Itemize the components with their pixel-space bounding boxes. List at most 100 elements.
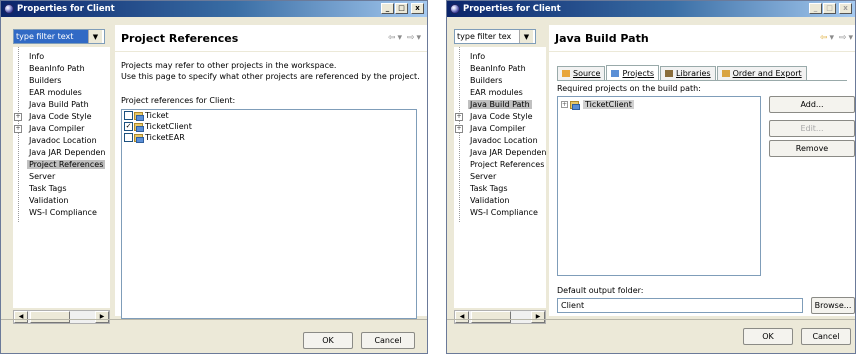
tree-item-label: Javadoc Location [29, 136, 97, 145]
tree-item-java-compiler[interactable]: + Java Compiler [13, 123, 110, 135]
window-title: Properties for Client [463, 4, 561, 14]
expand-icon[interactable]: + [455, 125, 463, 133]
chevron-down-icon[interactable]: ▾ [416, 33, 421, 43]
edit-button[interactable]: Edit... [769, 120, 855, 137]
maximize-button[interactable]: □ [395, 3, 408, 14]
tree-item-validation[interactable]: Validation [454, 195, 546, 207]
tree-item-ws-i-compliance[interactable]: WS-I Compliance [13, 207, 110, 219]
tree-item-validation[interactable]: Validation [13, 195, 110, 207]
chevron-down-icon[interactable]: ▾ [848, 33, 853, 43]
minimize-button[interactable]: _ [381, 3, 394, 14]
expand-icon[interactable]: + [455, 113, 463, 121]
browse-button[interactable]: Browse... [811, 297, 855, 314]
tree-item-builders[interactable]: Builders [454, 75, 546, 87]
minimize-button[interactable]: _ [809, 3, 822, 14]
close-button[interactable]: x [839, 3, 852, 14]
tree-item-beaninfo-path[interactable]: BeanInfo Path [13, 63, 110, 75]
tree-item-java-build-path[interactable]: Java Build Path [454, 99, 546, 111]
project-reference-item[interactable]: ✓ TicketClient [122, 121, 416, 132]
tree-item-server[interactable]: Server [13, 171, 110, 183]
chevron-down-icon[interactable]: ▾ [398, 33, 403, 43]
project-reference-item[interactable]: TicketEAR [122, 132, 416, 143]
tab-libraries[interactable]: Libraries [660, 66, 716, 80]
expand-icon[interactable]: + [561, 101, 568, 108]
tab-source[interactable]: Source [557, 66, 606, 80]
window-title: Properties for Client [17, 4, 115, 14]
cancel-button[interactable]: Cancel [361, 332, 415, 349]
cancel-button[interactable]: Cancel [801, 328, 851, 345]
tab-order-and-export[interactable]: Order and Export [716, 66, 807, 80]
tree-item-label: EAR modules [29, 88, 82, 97]
chevron-down-icon[interactable]: ▼ [519, 30, 533, 43]
eclipse-icon [4, 4, 14, 14]
forward-arrow-icon[interactable]: ⇨ [407, 33, 415, 43]
tree-item-ear-modules[interactable]: EAR modules [454, 87, 546, 99]
tree-item-java-code-style[interactable]: + Java Code Style [454, 111, 546, 123]
project-name: TicketClient [583, 100, 634, 109]
tree-item-label: Java JAR Dependen [29, 148, 106, 157]
ok-button[interactable]: OK [743, 328, 793, 345]
tree-item-label: WS-I Compliance [29, 208, 97, 217]
project-reference-item[interactable]: Ticket [122, 110, 416, 121]
expand-icon[interactable]: + [14, 125, 22, 133]
tab-projects[interactable]: Projects [606, 65, 660, 80]
chevron-down-icon[interactable]: ▼ [88, 30, 102, 43]
tree-item-java-jar-dependen[interactable]: Java JAR Dependen [454, 147, 546, 159]
maximize-button[interactable]: □ [823, 3, 836, 14]
tree-item-java-compiler[interactable]: + Java Compiler [454, 123, 546, 135]
libraries-icon [665, 70, 674, 77]
page-title: Java Build Path [555, 31, 649, 45]
horizontal-scrollbar[interactable]: ◀ ▶ [13, 310, 110, 324]
output-folder-field[interactable] [557, 298, 803, 313]
tree-item-label: Info [29, 52, 45, 61]
tab-strip: Source Projects Libraries Order and Export [557, 65, 808, 80]
scroll-thumb[interactable] [30, 311, 70, 323]
title-bar[interactable]: Properties for Client _ □ x [447, 1, 855, 17]
tree-item-info[interactable]: Info [13, 51, 110, 63]
tree-item-java-jar-dependen[interactable]: Java JAR Dependen [13, 147, 110, 159]
filter-combo[interactable]: ▼ [13, 29, 105, 44]
tree-item-task-tags[interactable]: Task Tags [13, 183, 110, 195]
list-item[interactable]: + TicketClient [561, 100, 634, 110]
tree-item-builders[interactable]: Builders [13, 75, 110, 87]
tree-item-java-build-path[interactable]: Java Build Path [13, 99, 110, 111]
tree-item-label: Info [470, 52, 486, 61]
checkbox-checked[interactable]: ✓ [124, 122, 133, 131]
back-arrow-icon[interactable]: ⇦ [388, 33, 396, 43]
tree-item-project-references[interactable]: Project References [454, 159, 546, 171]
tab-label: Source [573, 69, 601, 78]
back-arrow-icon[interactable]: ⇦ [820, 33, 828, 43]
scroll-right-icon[interactable]: ▶ [95, 311, 109, 323]
close-button[interactable]: x [411, 3, 424, 14]
filter-input[interactable] [455, 30, 519, 43]
forward-arrow-icon[interactable]: ⇨ [839, 33, 847, 43]
tree-item-javadoc-location[interactable]: Javadoc Location [13, 135, 110, 147]
title-bar[interactable]: Properties for Client _ □ x [1, 1, 427, 17]
tree-item-ear-modules[interactable]: EAR modules [13, 87, 110, 99]
expand-icon[interactable]: + [14, 113, 22, 121]
horizontal-scrollbar[interactable]: ◀ ▶ [454, 310, 546, 324]
tree-item-project-references[interactable]: Project References [13, 159, 110, 171]
tree-item-ws-i-compliance[interactable]: WS-I Compliance [454, 207, 546, 219]
scroll-right-icon[interactable]: ▶ [531, 311, 545, 323]
tree-item-beaninfo-path[interactable]: BeanInfo Path [454, 63, 546, 75]
scroll-left-icon[interactable]: ◀ [455, 311, 469, 323]
checkbox[interactable] [124, 111, 133, 120]
scroll-left-icon[interactable]: ◀ [14, 311, 28, 323]
scroll-thumb[interactable] [471, 311, 511, 323]
filter-combo[interactable]: ▼ [454, 29, 536, 44]
source-folder-icon [562, 70, 570, 77]
tree-item-java-code-style[interactable]: + Java Code Style [13, 111, 110, 123]
tree-item-task-tags[interactable]: Task Tags [454, 183, 546, 195]
tree-item-javadoc-location[interactable]: Javadoc Location [454, 135, 546, 147]
tree-item-label: BeanInfo Path [29, 64, 85, 73]
tree-item-server[interactable]: Server [454, 171, 546, 183]
remove-button[interactable]: Remove [769, 140, 855, 157]
tree-item-label: Task Tags [470, 184, 508, 193]
add-button[interactable]: Add... [769, 96, 855, 113]
checkbox[interactable] [124, 133, 133, 142]
filter-input[interactable] [14, 30, 88, 43]
tree-item-info[interactable]: Info [454, 51, 546, 63]
ok-button[interactable]: OK [303, 332, 353, 349]
chevron-down-icon[interactable]: ▾ [830, 33, 835, 43]
